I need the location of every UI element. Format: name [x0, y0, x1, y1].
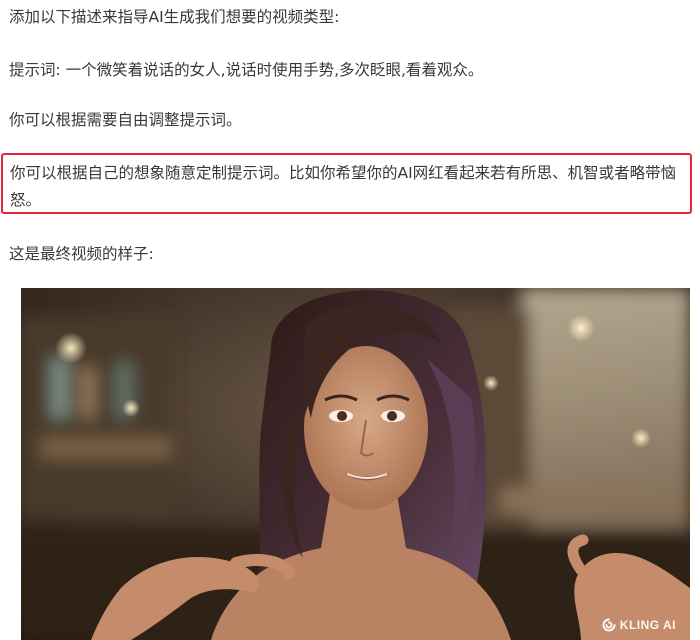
highlighted-tip-box: 你可以根据自己的想象随意定制提示词。比如你希望你的AI网红看起来若有所思、机智或… [1, 153, 692, 214]
kling-logo-icon [602, 618, 616, 632]
video-still-illustration [21, 288, 690, 640]
prompt-text: 提示词: 一个微笑着说话的女人,说话时使用手势,多次眨眼,看着观众。 [9, 61, 484, 79]
generated-video-frame[interactable]: KLING AI [21, 288, 690, 640]
adjust-tip-text: 你可以根据需要自由调整提示词。 [9, 111, 242, 129]
result-caption-text: 这是最终视频的样子: [9, 245, 154, 263]
highlighted-tip-text: 你可以根据自己的想象随意定制提示词。比如你希望你的AI网红看起来若有所思、机智或… [10, 164, 677, 209]
kling-ai-watermark: KLING AI [602, 618, 676, 632]
intro-text: 添加以下描述来指导AI生成我们想要的视频类型: [9, 8, 340, 26]
watermark-label: KLING AI [619, 618, 676, 632]
